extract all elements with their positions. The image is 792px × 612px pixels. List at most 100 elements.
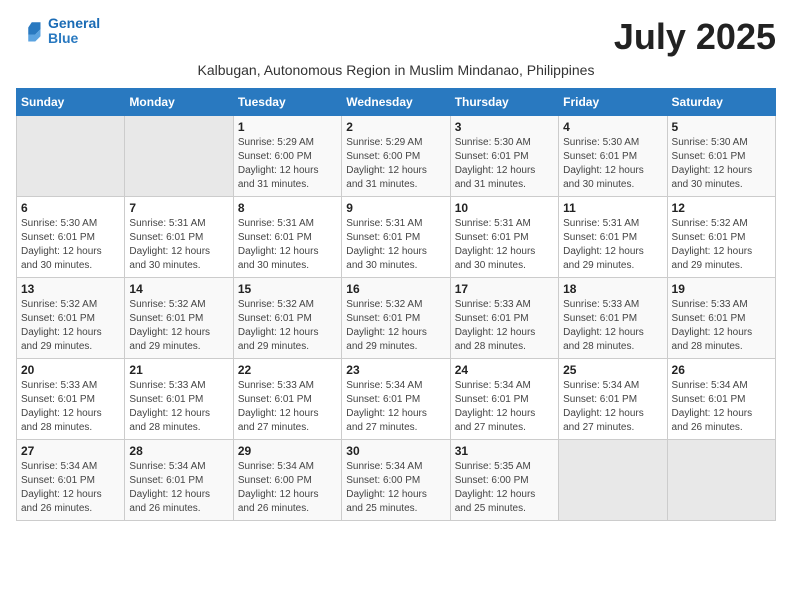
day-detail: Sunrise: 5:30 AM Sunset: 6:01 PM Dayligh… (455, 136, 554, 192)
day-detail: Sunrise: 5:33 AM Sunset: 6:01 PM Dayligh… (455, 298, 554, 354)
calendar-cell (17, 116, 125, 197)
day-detail: Sunrise: 5:34 AM Sunset: 6:00 PM Dayligh… (346, 460, 445, 516)
day-number: 16 (346, 282, 445, 296)
calendar-week-row: 20 Sunrise: 5:33 AM Sunset: 6:01 PM Dayli… (17, 359, 776, 440)
calendar-week-row: 27 Sunrise: 5:34 AM Sunset: 6:01 PM Dayli… (17, 440, 776, 521)
day-number: 15 (238, 282, 337, 296)
calendar-cell (559, 440, 667, 521)
day-detail: Sunrise: 5:34 AM Sunset: 6:01 PM Dayligh… (563, 379, 662, 435)
day-number: 18 (563, 282, 662, 296)
day-detail: Sunrise: 5:33 AM Sunset: 6:01 PM Dayligh… (21, 379, 120, 435)
day-detail: Sunrise: 5:34 AM Sunset: 6:01 PM Dayligh… (455, 379, 554, 435)
calendar-cell: 15 Sunrise: 5:32 AM Sunset: 6:01 PM Dayli… (233, 278, 341, 359)
calendar-cell: 7Sunrise: 5:31 AM Sunset: 6:01 PM Daylig… (125, 197, 233, 278)
logo-text: General Blue (48, 16, 100, 47)
day-number: 24 (455, 363, 554, 377)
day-number: 10 (455, 201, 554, 215)
calendar-cell: 13Sunrise: 5:32 AM Sunset: 6:01 PM Dayli… (17, 278, 125, 359)
day-detail: Sunrise: 5:32 AM Sunset: 6:01 PM Dayligh… (238, 298, 337, 354)
calendar-cell: 20 Sunrise: 5:33 AM Sunset: 6:01 PM Dayli… (17, 359, 125, 440)
day-number: 25 (563, 363, 662, 377)
calendar-cell: 24 Sunrise: 5:34 AM Sunset: 6:01 PM Dayli… (450, 359, 558, 440)
calendar-header-friday: Friday (559, 89, 667, 116)
day-number: 1 (238, 120, 337, 134)
calendar-cell: 3 Sunrise: 5:30 AM Sunset: 6:01 PM Daylig… (450, 116, 558, 197)
calendar-cell: 11Sunrise: 5:31 AM Sunset: 6:01 PM Dayli… (559, 197, 667, 278)
calendar-cell: 6Sunrise: 5:30 AM Sunset: 6:01 PM Daylig… (17, 197, 125, 278)
day-number: 3 (455, 120, 554, 134)
calendar-cell: 4 Sunrise: 5:30 AM Sunset: 6:01 PM Daylig… (559, 116, 667, 197)
day-detail: Sunrise: 5:33 AM Sunset: 6:01 PM Dayligh… (672, 298, 771, 354)
day-number: 8 (238, 201, 337, 215)
calendar-week-row: 1 Sunrise: 5:29 AM Sunset: 6:00 PM Daylig… (17, 116, 776, 197)
day-detail: Sunrise: 5:34 AM Sunset: 6:00 PM Dayligh… (238, 460, 337, 516)
page-header: General Blue July 2025 (16, 16, 776, 58)
day-number: 5 (672, 120, 771, 134)
calendar-cell: 27Sunrise: 5:34 AM Sunset: 6:01 PM Dayli… (17, 440, 125, 521)
day-number: 20 (21, 363, 120, 377)
calendar-cell: 30 Sunrise: 5:34 AM Sunset: 6:00 PM Dayli… (342, 440, 450, 521)
calendar-cell: 18 Sunrise: 5:33 AM Sunset: 6:01 PM Dayli… (559, 278, 667, 359)
calendar-cell: 1 Sunrise: 5:29 AM Sunset: 6:00 PM Daylig… (233, 116, 341, 197)
day-detail: Sunrise: 5:32 AM Sunset: 6:01 PM Dayligh… (129, 298, 228, 354)
day-detail: Sunrise: 5:31 AM Sunset: 6:01 PM Dayligh… (238, 217, 337, 273)
day-number: 2 (346, 120, 445, 134)
day-number: 26 (672, 363, 771, 377)
day-detail: Sunrise: 5:29 AM Sunset: 6:00 PM Dayligh… (346, 136, 445, 192)
page-subtitle: Kalbugan, Autonomous Region in Muslim Mi… (16, 62, 776, 78)
calendar-cell: 8 Sunrise: 5:31 AM Sunset: 6:01 PM Daylig… (233, 197, 341, 278)
day-number: 30 (346, 444, 445, 458)
day-detail: Sunrise: 5:32 AM Sunset: 6:01 PM Dayligh… (21, 298, 120, 354)
calendar-cell: 2 Sunrise: 5:29 AM Sunset: 6:00 PM Daylig… (342, 116, 450, 197)
day-number: 19 (672, 282, 771, 296)
calendar-cell: 12 Sunrise: 5:32 AM Sunset: 6:01 PM Dayli… (667, 197, 775, 278)
calendar-header-wednesday: Wednesday (342, 89, 450, 116)
day-detail: Sunrise: 5:32 AM Sunset: 6:01 PM Dayligh… (672, 217, 771, 273)
calendar-header-row: SundayMondayTuesdayWednesdayThursdayFrid… (17, 89, 776, 116)
calendar-cell: 29 Sunrise: 5:34 AM Sunset: 6:00 PM Dayli… (233, 440, 341, 521)
calendar-cell: 25 Sunrise: 5:34 AM Sunset: 6:01 PM Dayli… (559, 359, 667, 440)
day-detail: Sunrise: 5:34 AM Sunset: 6:01 PM Dayligh… (672, 379, 771, 435)
day-number: 29 (238, 444, 337, 458)
day-detail: Sunrise: 5:31 AM Sunset: 6:01 PM Dayligh… (346, 217, 445, 273)
calendar-cell: 9 Sunrise: 5:31 AM Sunset: 6:01 PM Daylig… (342, 197, 450, 278)
day-number: 27 (21, 444, 120, 458)
day-number: 21 (129, 363, 228, 377)
calendar-cell: 21Sunrise: 5:33 AM Sunset: 6:01 PM Dayli… (125, 359, 233, 440)
day-number: 31 (455, 444, 554, 458)
calendar-header-sunday: Sunday (17, 89, 125, 116)
day-number: 11 (563, 201, 662, 215)
calendar-cell: 22Sunrise: 5:33 AM Sunset: 6:01 PM Dayli… (233, 359, 341, 440)
calendar-cell: 23 Sunrise: 5:34 AM Sunset: 6:01 PM Dayli… (342, 359, 450, 440)
day-detail: Sunrise: 5:32 AM Sunset: 6:01 PM Dayligh… (346, 298, 445, 354)
day-number: 7 (129, 201, 228, 215)
calendar-cell (667, 440, 775, 521)
day-number: 4 (563, 120, 662, 134)
day-number: 9 (346, 201, 445, 215)
day-number: 12 (672, 201, 771, 215)
calendar-cell (125, 116, 233, 197)
calendar-cell: 17Sunrise: 5:33 AM Sunset: 6:01 PM Dayli… (450, 278, 558, 359)
calendar-cell: 31Sunrise: 5:35 AM Sunset: 6:00 PM Dayli… (450, 440, 558, 521)
calendar-header-saturday: Saturday (667, 89, 775, 116)
day-number: 23 (346, 363, 445, 377)
day-detail: Sunrise: 5:30 AM Sunset: 6:01 PM Dayligh… (563, 136, 662, 192)
page-title: July 2025 (614, 16, 776, 58)
calendar-cell: 26 Sunrise: 5:34 AM Sunset: 6:01 PM Dayli… (667, 359, 775, 440)
calendar-week-row: 6Sunrise: 5:30 AM Sunset: 6:01 PM Daylig… (17, 197, 776, 278)
day-number: 28 (129, 444, 228, 458)
calendar-cell: 19 Sunrise: 5:33 AM Sunset: 6:01 PM Dayli… (667, 278, 775, 359)
calendar-cell: 16 Sunrise: 5:32 AM Sunset: 6:01 PM Dayli… (342, 278, 450, 359)
day-number: 14 (129, 282, 228, 296)
day-number: 6 (21, 201, 120, 215)
day-detail: Sunrise: 5:29 AM Sunset: 6:00 PM Dayligh… (238, 136, 337, 192)
logo: General Blue (16, 16, 100, 47)
calendar-cell: 28 Sunrise: 5:34 AM Sunset: 6:01 PM Dayli… (125, 440, 233, 521)
calendar-cell: 10Sunrise: 5:31 AM Sunset: 6:01 PM Dayli… (450, 197, 558, 278)
day-detail: Sunrise: 5:33 AM Sunset: 6:01 PM Dayligh… (563, 298, 662, 354)
calendar-cell: 5Sunrise: 5:30 AM Sunset: 6:01 PM Daylig… (667, 116, 775, 197)
day-detail: Sunrise: 5:34 AM Sunset: 6:01 PM Dayligh… (346, 379, 445, 435)
day-detail: Sunrise: 5:34 AM Sunset: 6:01 PM Dayligh… (129, 460, 228, 516)
logo-icon (16, 17, 44, 45)
day-number: 22 (238, 363, 337, 377)
